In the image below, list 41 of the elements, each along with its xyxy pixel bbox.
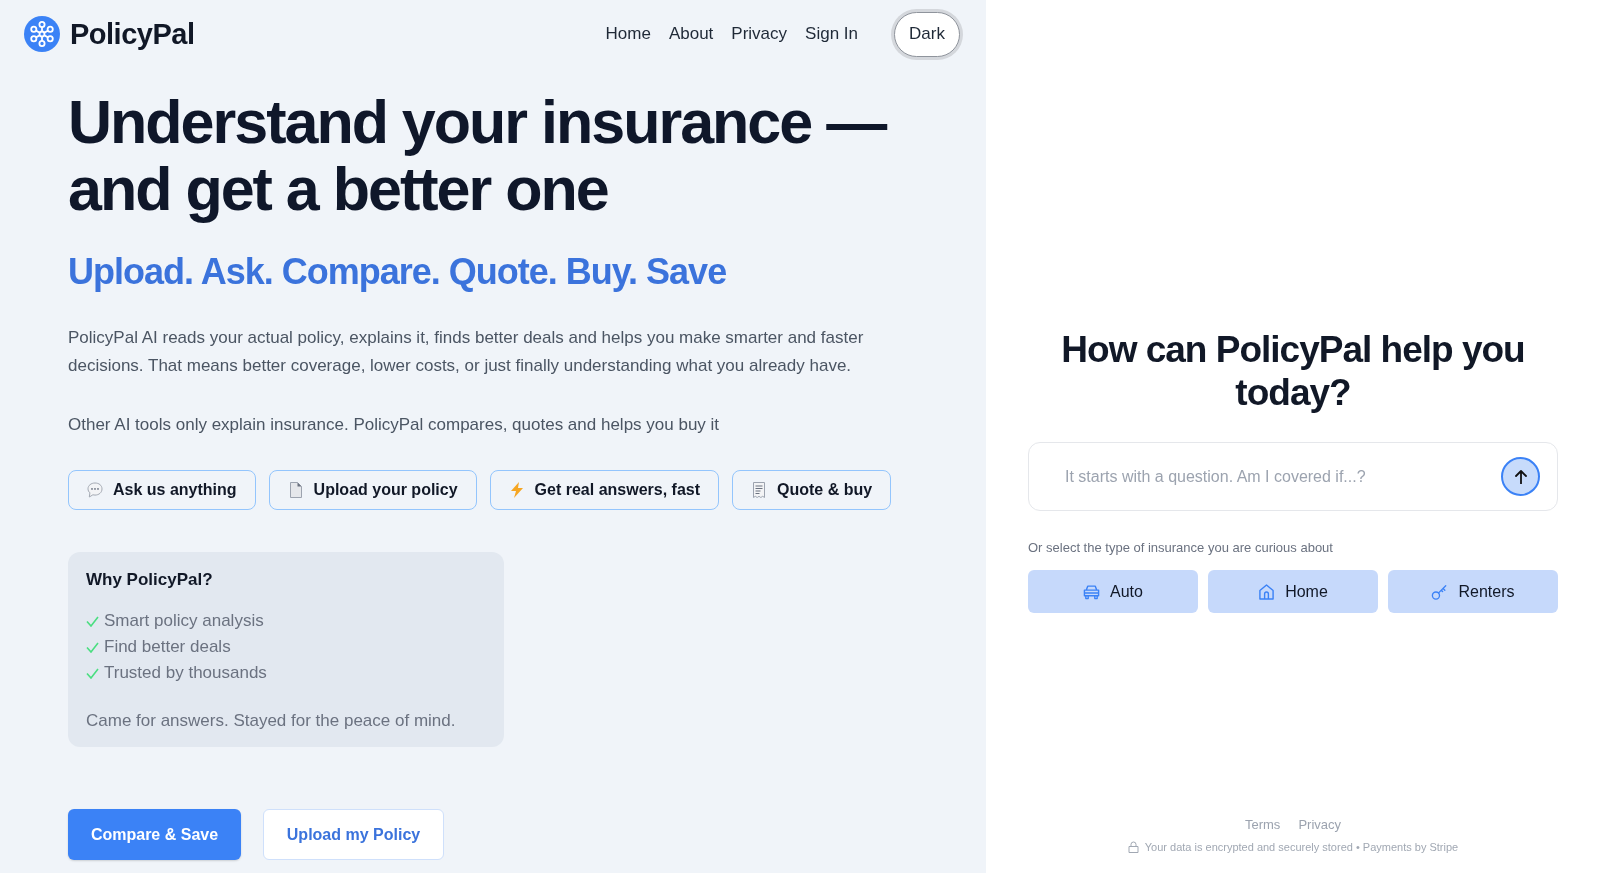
feature-button[interactable]: Get real answers, fast xyxy=(489,470,719,510)
card-title: Why PolicyPal? xyxy=(86,569,214,591)
question-input[interactable]: It starts with a question. Am I covered if...? xyxy=(1028,442,1558,511)
comparison-note: Other AI tools only explain insurance. PolicyPal compares, quotes and helps you buy it xyxy=(68,414,721,436)
tagline: Upload. Ask. Compare. Quote. Buy. Save xyxy=(68,250,728,294)
receipt-icon xyxy=(751,482,767,498)
security-note: Your data is encrypted and securely stored • Payments by Stripe xyxy=(1144,840,1459,854)
type-prompt: Or select the type of insurance you are curious about xyxy=(1028,539,1334,557)
brand-name: PolicyPal xyxy=(70,17,195,51)
arrow-up-icon xyxy=(1514,469,1527,484)
nav-link[interactable]: Sign In xyxy=(805,24,858,44)
primary-button[interactable]: Compare & Save xyxy=(68,809,241,860)
document-icon xyxy=(287,482,304,498)
insurance-type-button[interactable]: Renters xyxy=(1388,570,1558,613)
assistant-title: How can PolicyPal help you today? xyxy=(1060,328,1526,414)
nav-link[interactable]: About xyxy=(668,24,714,44)
feature-button[interactable]: Quote & buy xyxy=(732,470,892,510)
feature-button[interactable]: Ask us anything xyxy=(68,470,256,510)
check-icon xyxy=(86,667,99,679)
check-icon xyxy=(86,615,99,627)
insurance-type-button[interactable]: Home xyxy=(1208,570,1378,613)
key-icon xyxy=(1431,583,1449,600)
nav-link[interactable]: Home xyxy=(605,24,651,44)
lock-icon xyxy=(1127,841,1139,853)
theme-toggle-button[interactable]: Dark xyxy=(894,11,960,57)
logo-icon xyxy=(24,16,60,52)
description: PolicyPal AI reads your actual policy, explains it, finds better deals and helps you make smarter and faster decisions. That means better coverage, lower costs, or just finally understanding what you already have. xyxy=(68,327,865,377)
house-icon xyxy=(1258,583,1276,600)
headline: Understand your insurance — and get a better one xyxy=(68,89,887,223)
benefit-text: Smart policy analysis xyxy=(104,611,264,631)
nav-link[interactable]: Privacy xyxy=(731,24,788,44)
benefit-text: Find better deals xyxy=(104,637,231,657)
car-icon xyxy=(1083,583,1101,600)
benefit-text: Trusted by thousands xyxy=(104,663,267,683)
check-icon xyxy=(86,641,99,653)
secondary-button[interactable]: Upload my Policy xyxy=(263,809,444,860)
speech-bubble-icon xyxy=(87,482,103,498)
insurance-type-button[interactable]: Auto xyxy=(1028,570,1198,613)
lightning-icon xyxy=(508,482,525,498)
closing-text: Came for answers. Stayed for the peace of mind. xyxy=(86,710,457,732)
feature-button[interactable]: Upload your policy xyxy=(268,470,477,510)
